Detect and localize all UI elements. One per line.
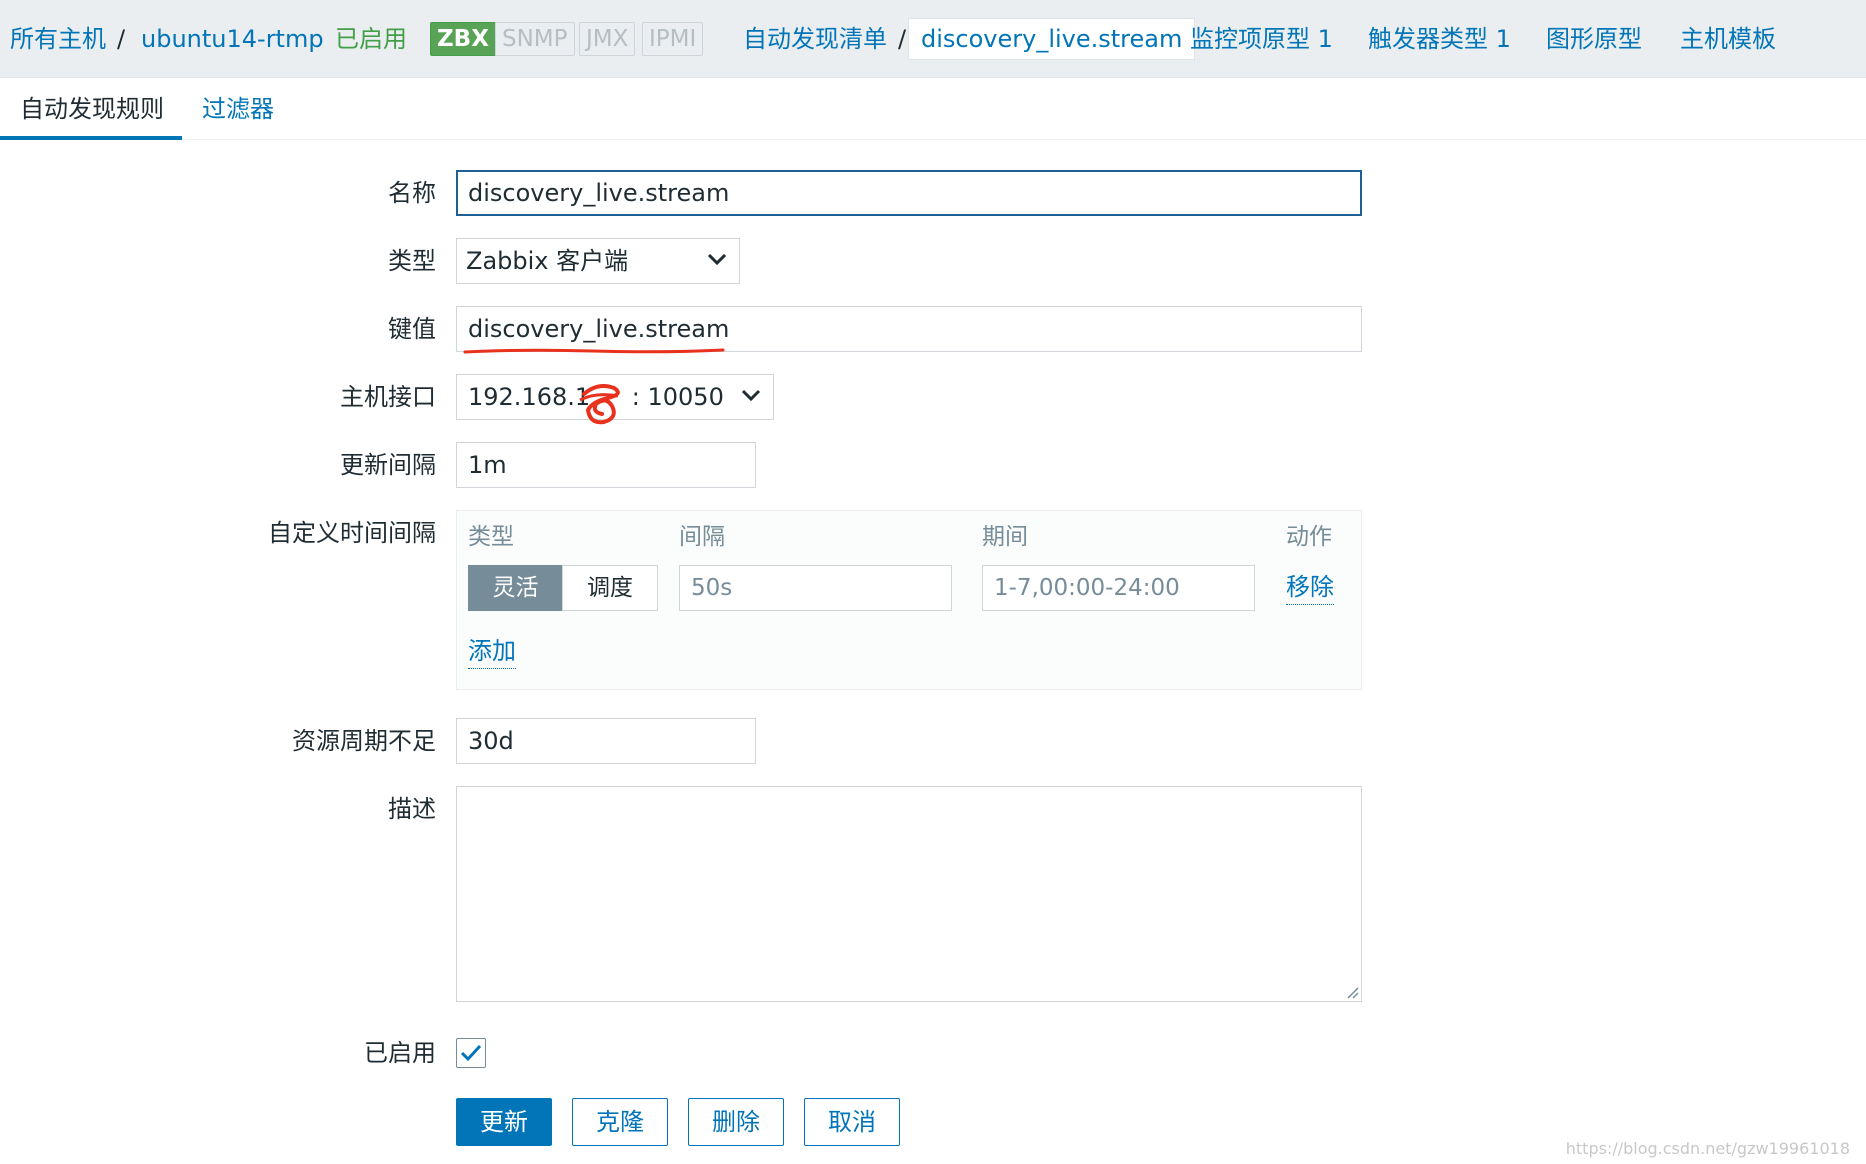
update-button[interactable]: 更新	[456, 1098, 552, 1146]
type-select-value: Zabbix 客户端	[466, 247, 629, 275]
availability-jmx-badge: JMX	[579, 22, 636, 56]
custom-period-input[interactable]: 1-7,00:00-24:00	[982, 565, 1255, 611]
breadcrumb-current-rule: discovery_live.stream	[908, 18, 1196, 60]
custom-intervals-col-type: 类型	[468, 524, 514, 550]
name-input[interactable]: discovery_live.stream	[456, 170, 1362, 216]
red-scribble-redaction	[579, 384, 620, 425]
enabled-label: 已启用	[364, 1039, 436, 1067]
key-label: 键值	[388, 315, 436, 343]
remove-interval-link[interactable]: 移除	[1286, 570, 1334, 605]
host-status-enabled[interactable]: 已启用	[335, 22, 407, 56]
nav-trigger-prototypes[interactable]: 触发器类型 1	[1368, 22, 1511, 56]
description-label: 描述	[388, 795, 436, 823]
interface-label: 主机接口	[340, 383, 436, 411]
tab-filters[interactable]: 过滤器	[182, 78, 294, 140]
tab-discovery-rule[interactable]: 自动发现规则	[0, 78, 182, 140]
enabled-checkbox[interactable]	[456, 1038, 486, 1068]
type-select[interactable]: Zabbix 客户端	[456, 238, 740, 284]
add-interval-link[interactable]: 添加	[468, 634, 516, 669]
breadcrumb-separator: /	[117, 25, 126, 53]
watermark-text: https://blog.csdn.net/gzw19961018	[1565, 1139, 1850, 1158]
name-label: 名称	[388, 179, 436, 207]
check-icon	[460, 1044, 482, 1062]
availability-snmp-badge: SNMP	[495, 22, 575, 56]
cancel-button[interactable]: 取消	[804, 1098, 900, 1146]
custom-intervals-label: 自定义时间间隔	[268, 519, 436, 547]
delete-button[interactable]: 删除	[688, 1098, 784, 1146]
form-tabs: 自动发现规则 过滤器	[0, 78, 1866, 140]
breadcrumb-separator-2: /	[898, 25, 907, 53]
breadcrumb-all-hosts[interactable]: 所有主机	[10, 22, 106, 56]
availability-ipmi-badge: IPMI	[642, 22, 704, 56]
host-navigation-bar: 所有主机 / ubuntu14-rtmp 已启用 ZBX SNMP JMX IP…	[0, 0, 1866, 78]
interval-type-flexible[interactable]: 灵活	[468, 565, 563, 611]
update-interval-label: 更新间隔	[340, 451, 436, 479]
update-interval-input[interactable]: 1m	[456, 442, 756, 488]
chevron-down-icon	[707, 253, 727, 266]
red-underline-annotation	[463, 348, 725, 354]
clone-button[interactable]: 克隆	[572, 1098, 668, 1146]
chevron-down-icon	[741, 389, 761, 402]
description-textarea[interactable]	[456, 786, 1362, 1002]
availability-zbx-badge: ZBX	[430, 22, 496, 56]
type-label: 类型	[388, 247, 436, 275]
interface-port: : 10050	[631, 383, 724, 411]
nav-item-prototypes[interactable]: 监控项原型 1	[1190, 22, 1333, 56]
interval-type-scheduling[interactable]: 调度	[562, 565, 658, 611]
custom-intervals-col-period: 期间	[982, 524, 1028, 550]
custom-intervals-col-interval: 间隔	[679, 524, 725, 550]
breadcrumb-host[interactable]: ubuntu14-rtmp	[141, 22, 324, 56]
custom-interval-input[interactable]: 50s	[679, 565, 952, 611]
nav-graph-prototypes[interactable]: 图形原型	[1546, 22, 1642, 56]
custom-intervals-col-action: 动作	[1286, 524, 1332, 550]
nav-host-prototypes[interactable]: 主机模板	[1680, 22, 1776, 56]
resize-handle-icon[interactable]	[1345, 985, 1359, 999]
lifetime-label: 资源周期不足	[292, 727, 436, 755]
lifetime-input[interactable]: 30d	[456, 718, 756, 764]
breadcrumb-discovery-list[interactable]: 自动发现清单	[743, 22, 887, 56]
